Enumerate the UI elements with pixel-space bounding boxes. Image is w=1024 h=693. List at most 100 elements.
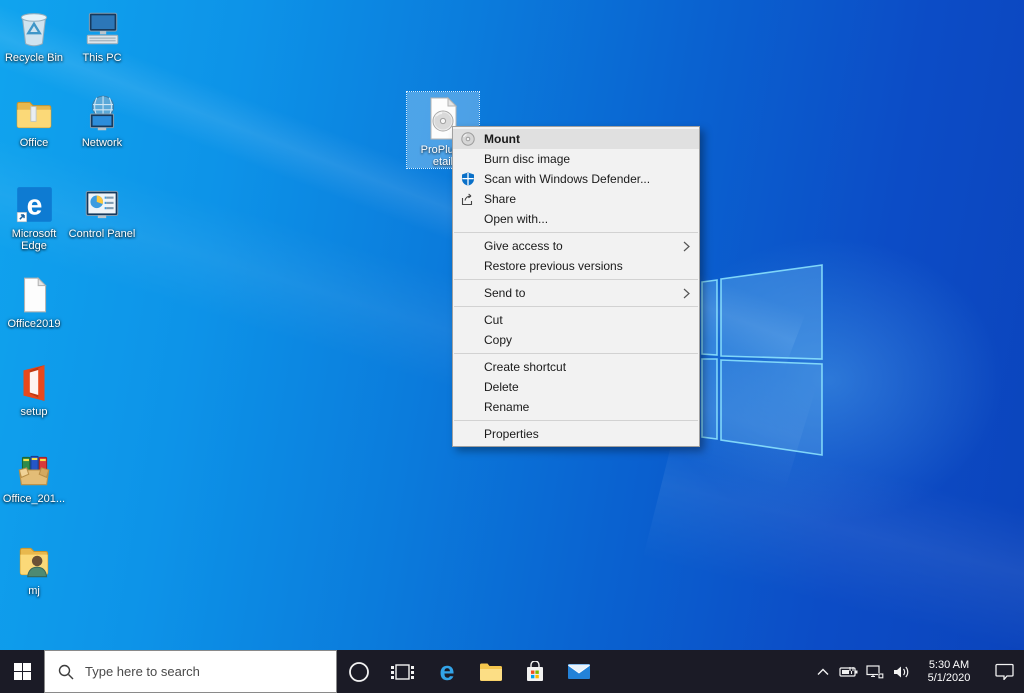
- empty-icon-space: [459, 426, 477, 442]
- notification-icon: [995, 663, 1014, 680]
- menu-item-label: Cut: [484, 313, 503, 327]
- edge-icon: e: [13, 184, 55, 226]
- desktop-icon-label: Recycle Bin: [0, 52, 68, 64]
- desktop-icon-label: This PC: [68, 52, 136, 64]
- desktop-icon-label: Office_201...: [0, 493, 68, 505]
- tray-volume-button[interactable]: [888, 665, 914, 679]
- desktop-icon-label: mj: [0, 585, 68, 597]
- desktop-icon-this-pc[interactable]: This PC: [68, 8, 136, 64]
- chevron-up-icon: [817, 668, 829, 676]
- menu-item-rename[interactable]: Rename: [453, 397, 699, 417]
- desktop-icon-label: setup: [0, 406, 68, 418]
- menu-separator: [454, 279, 698, 280]
- menu-item-restore-previous-versions[interactable]: Restore previous versions: [453, 256, 699, 276]
- edge-taskbar-button[interactable]: e: [425, 650, 469, 693]
- edge-icon: e: [439, 658, 454, 685]
- tray-show-hidden-icons-button[interactable]: [810, 668, 836, 676]
- desktop-icon-control-panel[interactable]: Control Panel: [68, 184, 136, 240]
- office-setup-icon: [13, 362, 55, 404]
- empty-icon-space: [459, 332, 477, 348]
- task-view-button[interactable]: [381, 650, 425, 693]
- user-folder-icon: [13, 541, 55, 583]
- desktop-icon-mj-folder[interactable]: mj: [0, 541, 68, 597]
- menu-item-properties[interactable]: Properties: [453, 424, 699, 444]
- submenu-chevron-icon: [683, 241, 690, 252]
- empty-icon-space: [459, 238, 477, 254]
- desktop-icon-office-folder[interactable]: Office: [0, 93, 68, 149]
- cortana-icon: [348, 661, 370, 683]
- menu-separator: [454, 306, 698, 307]
- menu-item-label: Restore previous versions: [484, 259, 623, 273]
- menu-item-scan-with-windows-defender[interactable]: Scan with Windows Defender...: [453, 169, 699, 189]
- menu-item-label: Open with...: [484, 212, 548, 226]
- menu-item-give-access-to[interactable]: Give access to: [453, 236, 699, 256]
- menu-item-label: Send to: [484, 286, 525, 300]
- desktop-icon-office-box[interactable]: Office_201...: [0, 449, 68, 505]
- empty-icon-space: [459, 399, 477, 415]
- this-pc-icon: [81, 8, 123, 50]
- desktop-icon-setup[interactable]: setup: [0, 362, 68, 418]
- menu-separator: [454, 420, 698, 421]
- tray-time: 5:30 AM: [918, 659, 980, 672]
- menu-item-label: Scan with Windows Defender...: [484, 172, 650, 186]
- task-view-icon: [391, 662, 415, 682]
- mail-icon: [567, 662, 591, 681]
- windows-desktop: Recycle Bin This PC Office: [0, 0, 1024, 693]
- battery-icon: [839, 666, 859, 678]
- menu-item-mount[interactable]: Mount: [453, 129, 699, 149]
- menu-item-label: Share: [484, 192, 516, 206]
- empty-icon-space: [459, 258, 477, 274]
- empty-icon-space: [459, 151, 477, 167]
- menu-item-label: Properties: [484, 427, 539, 441]
- menu-item-send-to[interactable]: Send to: [453, 283, 699, 303]
- desktop-icon-label: Microsoft Edge: [0, 228, 68, 252]
- share-icon: [459, 191, 477, 207]
- speaker-icon: [893, 665, 910, 679]
- desktop-icon-label: Office: [0, 137, 68, 149]
- action-center-button[interactable]: [984, 663, 1024, 680]
- empty-icon-space: [459, 359, 477, 375]
- menu-item-delete[interactable]: Delete: [453, 377, 699, 397]
- menu-separator: [454, 232, 698, 233]
- desktop-icon-recycle-bin[interactable]: Recycle Bin: [0, 8, 68, 64]
- desktop-icon-label: Network: [68, 137, 136, 149]
- desktop-icon-microsoft-edge[interactable]: e Microsoft Edge: [0, 184, 68, 252]
- desktop-background[interactable]: Recycle Bin This PC Office: [0, 0, 1024, 650]
- taskbar-search-box[interactable]: [44, 650, 337, 693]
- context-menu: Mount Burn disc image Scan with Windows …: [452, 126, 700, 447]
- tray-clock[interactable]: 5:30 AM 5/1/2020: [918, 659, 980, 685]
- tray-battery-button[interactable]: [836, 666, 862, 678]
- windows-defender-icon: [459, 171, 477, 187]
- mail-button[interactable]: [557, 650, 601, 693]
- windows-start-icon: [14, 663, 31, 680]
- network-icon: [81, 93, 123, 135]
- microsoft-store-button[interactable]: [513, 650, 557, 693]
- search-input[interactable]: [85, 664, 315, 679]
- system-tray: 5:30 AM 5/1/2020: [810, 650, 1024, 693]
- cortana-button[interactable]: [337, 650, 381, 693]
- tray-date: 5/1/2020: [918, 672, 980, 685]
- desktop-icon-office2019-file[interactable]: Office2019: [0, 274, 68, 330]
- start-button[interactable]: [0, 650, 44, 693]
- menu-separator: [454, 353, 698, 354]
- menu-item-create-shortcut[interactable]: Create shortcut: [453, 357, 699, 377]
- ethernet-network-icon: [866, 665, 884, 679]
- menu-item-label: Copy: [484, 333, 512, 347]
- menu-item-open-with[interactable]: Open with...: [453, 209, 699, 229]
- file-explorer-button[interactable]: [469, 650, 513, 693]
- menu-item-cut[interactable]: Cut: [453, 310, 699, 330]
- search-icon: [58, 664, 74, 680]
- recycle-bin-icon: [13, 8, 55, 50]
- menu-item-copy[interactable]: Copy: [453, 330, 699, 350]
- box-with-books-icon: [13, 449, 55, 491]
- menu-item-burn-disc-image[interactable]: Burn disc image: [453, 149, 699, 169]
- desktop-icon-network[interactable]: Network: [68, 93, 136, 149]
- empty-icon-space: [459, 379, 477, 395]
- menu-item-share[interactable]: Share: [453, 189, 699, 209]
- taskbar: e: [0, 650, 1024, 693]
- store-icon: [524, 661, 546, 683]
- document-icon: [13, 274, 55, 316]
- folder-icon: [13, 93, 55, 135]
- tray-network-button[interactable]: [862, 665, 888, 679]
- empty-icon-space: [459, 285, 477, 301]
